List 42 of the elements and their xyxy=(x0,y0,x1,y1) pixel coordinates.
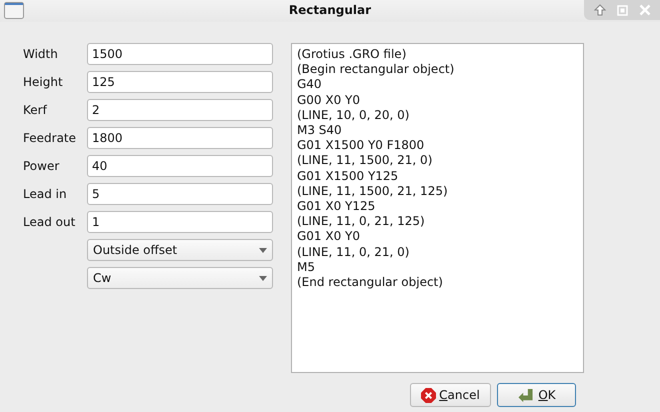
code-line: G01 X0 Y0 xyxy=(297,229,362,245)
code-line: (Begin rectangular object) xyxy=(297,62,456,78)
code-line: (LINE, 11, 1500, 21, 0) xyxy=(297,153,434,169)
code-line: G01 X1500 Y0 F1800 xyxy=(297,138,426,154)
code-line: G01 X1500 Y125 xyxy=(297,168,400,184)
field-label: Lead in xyxy=(23,187,68,201)
code-line: (Grotius .GRO file) xyxy=(297,47,408,62)
field-label: Height xyxy=(23,75,64,89)
input-field[interactable]: 1 xyxy=(87,211,273,233)
input-field[interactable]: 5 xyxy=(87,183,273,205)
ok-button[interactable]: OK xyxy=(497,383,576,407)
stop-icon xyxy=(421,388,436,402)
code-line: (LINE, 11, 0, 21, 0) xyxy=(297,244,410,260)
input-field[interactable]: 40 xyxy=(87,155,273,177)
code-line: G01 X0 Y125 xyxy=(297,199,376,214)
code-line: M3 S40 xyxy=(297,123,343,138)
field-label: Kerf xyxy=(23,103,48,117)
field-label: Lead out xyxy=(23,215,76,229)
window-title: Rectangular xyxy=(288,3,372,17)
code-line: G00 X0 Y0 xyxy=(297,92,362,108)
input-field[interactable]: 125 xyxy=(87,71,273,93)
check-arrow-icon xyxy=(517,388,536,402)
code-line: M5 xyxy=(297,260,316,276)
dropdown[interactable]: Cw xyxy=(87,267,273,289)
code-line: G40 xyxy=(297,77,323,93)
dropdown[interactable]: Outside offset xyxy=(87,239,273,261)
input-field[interactable]: 2 xyxy=(87,99,273,121)
code-line: (LINE, 11, 0, 21, 125) xyxy=(297,214,426,230)
window-icon xyxy=(4,2,24,19)
field-label: Feedrate xyxy=(23,131,78,145)
gcode-text-area[interactable] xyxy=(291,43,584,373)
caret-icon xyxy=(259,248,267,252)
field-label: Power xyxy=(23,159,60,173)
cancel-button[interactable]: Cancel xyxy=(410,383,491,407)
caret-icon xyxy=(259,276,267,280)
input-field[interactable]: 1500 xyxy=(87,43,273,65)
code-line: (End rectangular object) xyxy=(297,275,444,290)
arrow-up-icon[interactable] xyxy=(594,4,606,16)
field-label: Width xyxy=(23,47,59,61)
code-line: (LINE, 10, 0, 20, 0) xyxy=(297,108,410,124)
input-field[interactable]: 1800 xyxy=(87,127,273,149)
code-line: (LINE, 11, 1500, 21, 125) xyxy=(297,184,449,200)
